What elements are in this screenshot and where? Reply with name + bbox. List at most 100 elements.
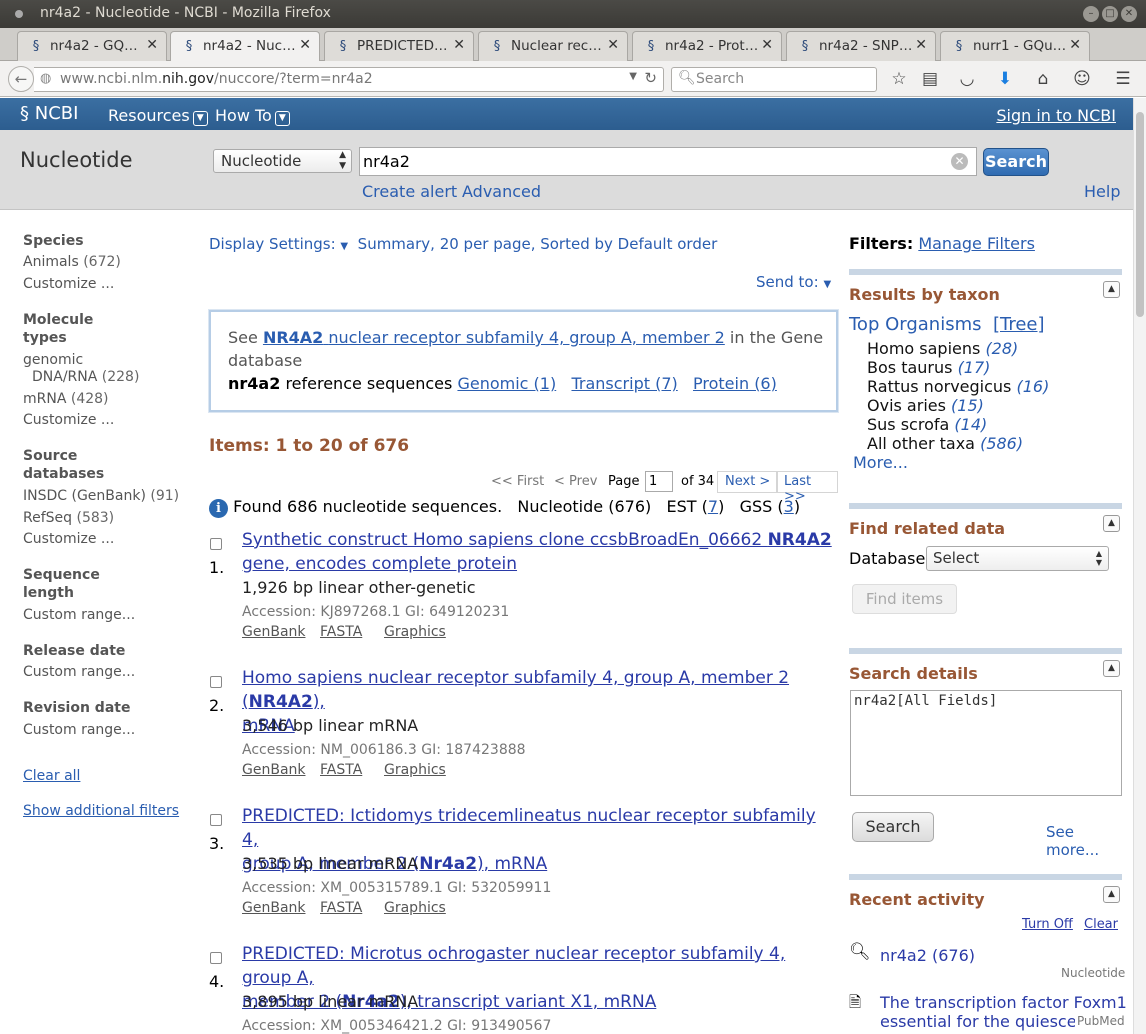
tab-snp[interactable]: § nr4a2 - SNP - ...✕ (786, 31, 936, 61)
turn-off-link[interactable]: Turn Off (1022, 917, 1073, 932)
send-to-menu[interactable]: Send to: ▼ (756, 273, 831, 291)
result-checkbox[interactable] (210, 814, 222, 826)
genomic-link[interactable]: Genomic (1) (457, 374, 556, 393)
filter-refseq[interactable]: RefSeq (583) (23, 508, 114, 529)
fasta-link[interactable]: FASTA (320, 900, 362, 916)
close-window-icon[interactable]: ✕ (1121, 6, 1137, 22)
organism-item[interactable]: All other taxa (586) (867, 434, 1049, 453)
last-page-button[interactable]: Last >> (776, 471, 838, 504)
result-checkbox[interactable] (210, 538, 222, 550)
related-database-select[interactable]: Select ▲ ▼ (926, 546, 1109, 571)
tab-nuclear-receptor[interactable]: § Nuclear receptor...✕ (478, 31, 628, 61)
filter-animals[interactable]: Animals (672) (23, 252, 121, 273)
download-icon[interactable]: ⬇ (994, 68, 1016, 90)
reload-icon[interactable]: ↻ (644, 69, 657, 87)
close-tab-icon[interactable]: ✕ (1069, 37, 1081, 53)
manage-filters-link[interactable]: Manage Filters (918, 234, 1035, 253)
database-select[interactable]: Nucleotide ▲ ▼ (213, 149, 352, 173)
collapse-icon[interactable]: ▲ (1103, 281, 1120, 298)
result-checkbox[interactable] (210, 676, 222, 688)
prev-page-link[interactable]: < Prev (554, 474, 597, 489)
organism-item[interactable]: Rattus norvegicus (16) (867, 377, 1049, 396)
filter-insdc[interactable]: INSDC (GenBank) (91) (23, 486, 179, 507)
create-alert-link[interactable]: Create alert (362, 182, 457, 201)
graphics-link[interactable]: Graphics (384, 624, 446, 640)
tab-protein[interactable]: § nr4a2 - Protein...✕ (632, 31, 782, 61)
app-menu-icon[interactable] (15, 10, 23, 18)
sign-in-link[interactable]: Sign in to NCBI (996, 106, 1116, 125)
customize-molecule-link[interactable]: Customize ... (23, 410, 114, 431)
next-page-button[interactable]: Next > (717, 471, 779, 493)
close-tab-icon[interactable]: ✕ (146, 37, 158, 53)
filter-mrna[interactable]: mRNA (428) (23, 389, 109, 410)
display-settings[interactable]: Display Settings: ▼ Summary, 20 per page… (209, 235, 717, 253)
seqlen-custom-range[interactable]: Custom range... (23, 605, 135, 626)
genbank-link[interactable]: GenBank (242, 900, 306, 916)
customize-source-link[interactable]: Customize ... (23, 529, 114, 550)
more-organisms-link[interactable]: More... (853, 453, 908, 472)
scrollbar-thumb[interactable] (1136, 112, 1144, 317)
organism-item[interactable]: Sus scrofa (14) (867, 415, 1049, 434)
organism-item[interactable]: Homo sapiens (28) (867, 339, 1049, 358)
est-count-link[interactable]: 7 (708, 497, 718, 516)
search-button[interactable]: Search (983, 148, 1049, 176)
recent-query-link[interactable]: nr4a2 (676) (880, 946, 975, 965)
fasta-link[interactable]: FASTA (320, 624, 362, 640)
clear-input-icon[interactable]: ✕ (951, 153, 968, 170)
tab-gquery[interactable]: § nr4a2 - GQuery...✕ (17, 31, 167, 61)
tab-nucleotide[interactable]: § nr4a2 - Nucleotide✕ (170, 31, 320, 62)
gene-link[interactable]: NR4A2 nuclear receptor subfamily 4, grou… (263, 328, 725, 347)
see-more-link[interactable]: See more... (1046, 823, 1122, 859)
close-tab-icon[interactable]: ✕ (453, 37, 465, 53)
collapse-icon[interactable]: ▲ (1103, 660, 1120, 677)
close-tab-icon[interactable]: ✕ (915, 37, 927, 53)
tab-predicted[interactable]: § PREDICTED: ... ✕ (324, 31, 474, 61)
customize-species-link[interactable]: Customize ... (23, 274, 114, 295)
reading-list-icon[interactable]: ▤ (919, 68, 941, 90)
collapse-icon[interactable]: ▲ (1103, 515, 1120, 532)
transcript-link[interactable]: Transcript (7) (571, 374, 677, 393)
filter-genomic-2[interactable]: DNA/RNA (228) (32, 367, 139, 388)
organism-item[interactable]: Ovis aries (15) (867, 396, 1049, 415)
clear-all-link[interactable]: Clear all (23, 768, 80, 784)
minimize-icon[interactable]: – (1083, 6, 1099, 22)
genbank-link[interactable]: GenBank (242, 624, 306, 640)
tree-link[interactable]: [Tree] (993, 314, 1045, 335)
collapse-icon[interactable]: ▲ (1103, 886, 1120, 903)
page-number-input[interactable]: 1 (645, 471, 673, 492)
tab-nurr1[interactable]: § nurr1 - GQuery...✕ (940, 31, 1090, 61)
find-items-button[interactable]: Find items (852, 584, 957, 614)
protein-link[interactable]: Protein (6) (693, 374, 777, 393)
advanced-link[interactable]: Advanced (462, 182, 541, 201)
search-details-textarea[interactable]: nr4a2[All Fields] (850, 690, 1122, 796)
clear-recent-link[interactable]: Clear (1084, 917, 1118, 932)
graphics-link[interactable]: Graphics (384, 762, 446, 778)
search-term-input[interactable]: nr4a2 ✕ (359, 147, 977, 176)
first-page-link[interactable]: << First (491, 474, 544, 489)
howto-menu[interactable]: How To ▼ (215, 106, 290, 126)
release-custom-range[interactable]: Custom range... (23, 662, 135, 683)
help-link[interactable]: Help (1084, 182, 1120, 201)
genbank-link[interactable]: GenBank (242, 762, 306, 778)
close-tab-icon[interactable]: ✕ (607, 37, 619, 53)
browser-search-input[interactable]: 🔍︎ Search (671, 67, 877, 92)
gss-count-link[interactable]: 3 (784, 497, 794, 516)
chat-icon[interactable]: ☺ (1071, 68, 1093, 90)
pocket-icon[interactable]: ◡ (956, 68, 978, 90)
resources-menu[interactable]: Resources ▼ (108, 106, 208, 126)
maximize-icon[interactable]: □ (1102, 6, 1118, 22)
bookmark-star-icon[interactable]: ☆ (888, 68, 910, 90)
graphics-link[interactable]: Graphics (384, 900, 446, 916)
close-tab-icon[interactable]: ✕ (761, 37, 773, 53)
vertical-scrollbar[interactable] (1133, 98, 1146, 1034)
url-bar[interactable]: ◍ www.ncbi.nlm.nih.gov/nuccore/?term=nr4… (34, 67, 664, 92)
close-tab-icon[interactable]: ✕ (299, 37, 311, 53)
url-dropdown-icon[interactable]: ▼ (629, 71, 637, 82)
show-additional-filters-link[interactable]: Show additional filters (23, 803, 179, 819)
home-icon[interactable]: ⌂ (1032, 68, 1054, 90)
ncbi-logo[interactable]: § NCBI (20, 103, 78, 124)
result-checkbox[interactable] (210, 952, 222, 964)
revision-custom-range[interactable]: Custom range... (23, 720, 135, 741)
organism-item[interactable]: Bos taurus (17) (867, 358, 1049, 377)
fasta-link[interactable]: FASTA (320, 762, 362, 778)
